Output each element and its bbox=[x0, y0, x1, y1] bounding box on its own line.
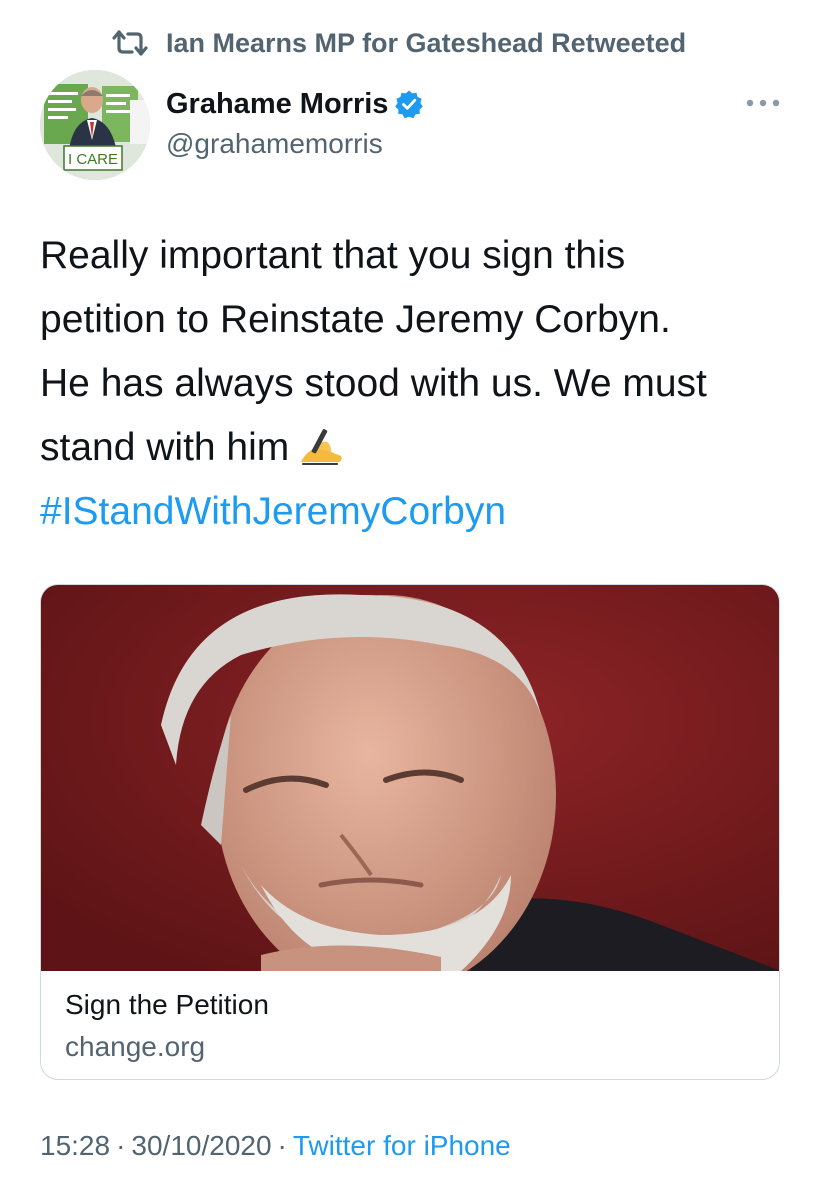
retweet-icon bbox=[112, 30, 148, 56]
avatar-sign-text: I CARE bbox=[68, 151, 118, 168]
tweet-source-link[interactable]: Twitter for iPhone bbox=[293, 1130, 511, 1161]
link-preview-card[interactable]: Sign the Petition change.org bbox=[40, 584, 780, 1080]
tweet-date[interactable]: 30/10/2020 bbox=[131, 1130, 271, 1161]
more-options-icon[interactable] bbox=[745, 96, 781, 110]
card-image bbox=[41, 585, 779, 971]
card-title: Sign the Petition bbox=[65, 989, 269, 1020]
tweet-text-line: stand with him bbox=[40, 426, 290, 469]
verified-badge-icon bbox=[395, 90, 424, 119]
retweet-header[interactable]: Ian Mearns MP for Gateshead Retweeted bbox=[112, 26, 686, 60]
tweet-time[interactable]: 15:28 bbox=[40, 1130, 110, 1161]
avatar[interactable]: I CARE bbox=[40, 70, 150, 180]
tweet-text-last-line: stand with him bbox=[40, 416, 800, 480]
avatar-image: I CARE bbox=[40, 70, 150, 180]
tweet-text-line: Really important that you sign this bbox=[40, 234, 626, 277]
author-name[interactable]: Grahame Morris bbox=[166, 88, 388, 121]
author-handle[interactable]: @grahamemorris bbox=[166, 128, 424, 160]
tweet-text: Really important that you sign this peti… bbox=[40, 224, 800, 544]
tweet-metadata: 15:28 · 30/10/2020 · Twitter for iPhone bbox=[40, 1130, 511, 1162]
meta-separator: · bbox=[116, 1130, 126, 1161]
retweet-label: Ian Mearns MP for Gateshead Retweeted bbox=[166, 27, 687, 58]
writing-hand-emoji-icon bbox=[301, 429, 342, 465]
card-domain: change.org bbox=[65, 1031, 206, 1062]
hashtag-link[interactable]: #IStandWithJeremyCorbyn bbox=[40, 480, 800, 544]
tweet-text-line: He has always stood with us. We must bbox=[40, 362, 707, 405]
tweet-text-line: petition to Reinstate Jeremy Corbyn. bbox=[40, 298, 671, 341]
tweet-author[interactable]: Grahame Morris @grahamemorris bbox=[166, 86, 424, 160]
meta-separator: · bbox=[277, 1130, 287, 1161]
